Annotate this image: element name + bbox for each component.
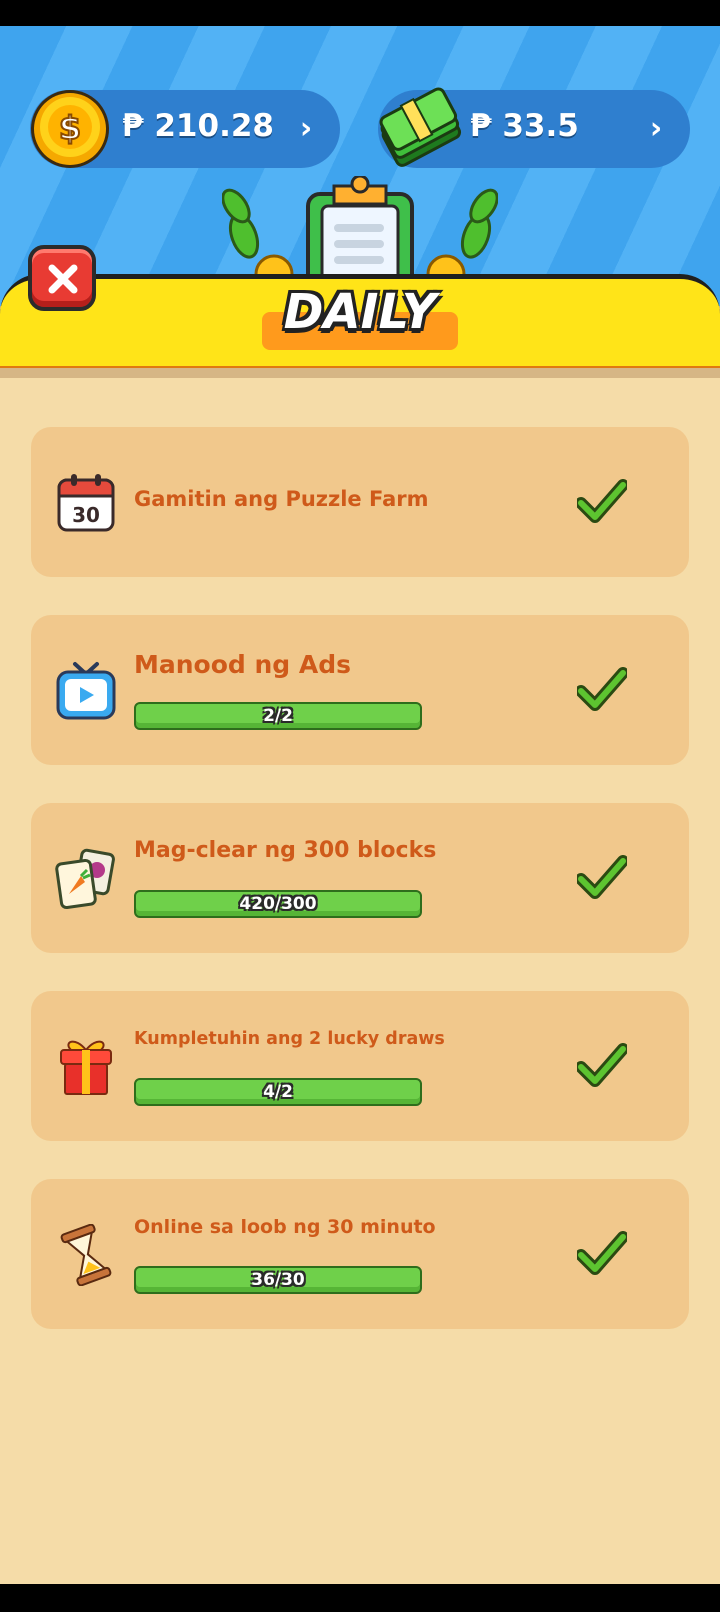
banner-divider [0, 368, 720, 378]
task-card-online-minutes: Online sa loob ng 30 minuto 36/30 [31, 1179, 689, 1329]
coin-balance-value: ₱ 210.28 [122, 108, 274, 144]
cash-balance-pill[interactable]: ₱ 33.5 › [378, 87, 690, 168]
progress-bar: 36/30 [134, 1266, 422, 1294]
calendar-icon: 30 [57, 474, 115, 532]
navigation-bar [0, 1584, 720, 1612]
close-button[interactable] [28, 245, 96, 311]
checkmark-icon [577, 855, 627, 899]
page-title: DAILY [283, 284, 437, 340]
coin-icon: $ [31, 90, 109, 168]
progress-label: 420/300 [239, 894, 317, 914]
chevron-right-icon: › [299, 111, 313, 146]
task-title: Gamitin ang Puzzle Farm [134, 487, 429, 511]
close-icon [48, 264, 78, 294]
coin-balance-pill[interactable]: $ ₱ 210.28 › [30, 90, 340, 168]
task-card-lucky-draws: Kumpletuhin ang 2 lucky draws 4/2 [31, 991, 689, 1141]
checkmark-icon [577, 667, 627, 711]
tile-blocks-icon [55, 848, 115, 910]
cash-balance-value: ₱ 33.5 [470, 108, 579, 144]
progress-label: 36/30 [251, 1270, 305, 1290]
task-card-use-puzzle-farm: 30 Gamitin ang Puzzle Farm [31, 427, 689, 577]
checkmark-icon [577, 1231, 627, 1275]
chevron-right-icon: › [649, 111, 663, 146]
task-card-watch-ads: Manood ng Ads 2/2 [31, 615, 689, 765]
clipboard-trophy-icon [222, 176, 498, 286]
progress-label: 2/2 [263, 706, 293, 726]
status-bar [0, 0, 720, 26]
progress-bar: 420/300 [134, 890, 422, 918]
gift-icon [60, 1040, 112, 1095]
task-title: Kumpletuhin ang 2 lucky draws [134, 1029, 445, 1049]
task-card-clear-blocks: Mag-clear ng 300 blocks 420/300 [31, 803, 689, 953]
svg-text:$: $ [59, 109, 81, 147]
task-title: Online sa loob ng 30 minuto [134, 1216, 436, 1238]
progress-bar: 2/2 [134, 702, 422, 730]
task-title: Mag-clear ng 300 blocks [134, 838, 437, 863]
progress-bar: 4/2 [134, 1078, 422, 1106]
hourglass-icon [60, 1224, 112, 1286]
checkmark-icon [577, 479, 627, 523]
progress-label: 4/2 [263, 1082, 293, 1102]
cash-stack-icon [379, 87, 462, 167]
tv-play-icon [56, 662, 116, 720]
checkmark-icon [577, 1043, 627, 1087]
task-title: Manood ng Ads [134, 650, 352, 679]
svg-text:30: 30 [72, 503, 100, 527]
